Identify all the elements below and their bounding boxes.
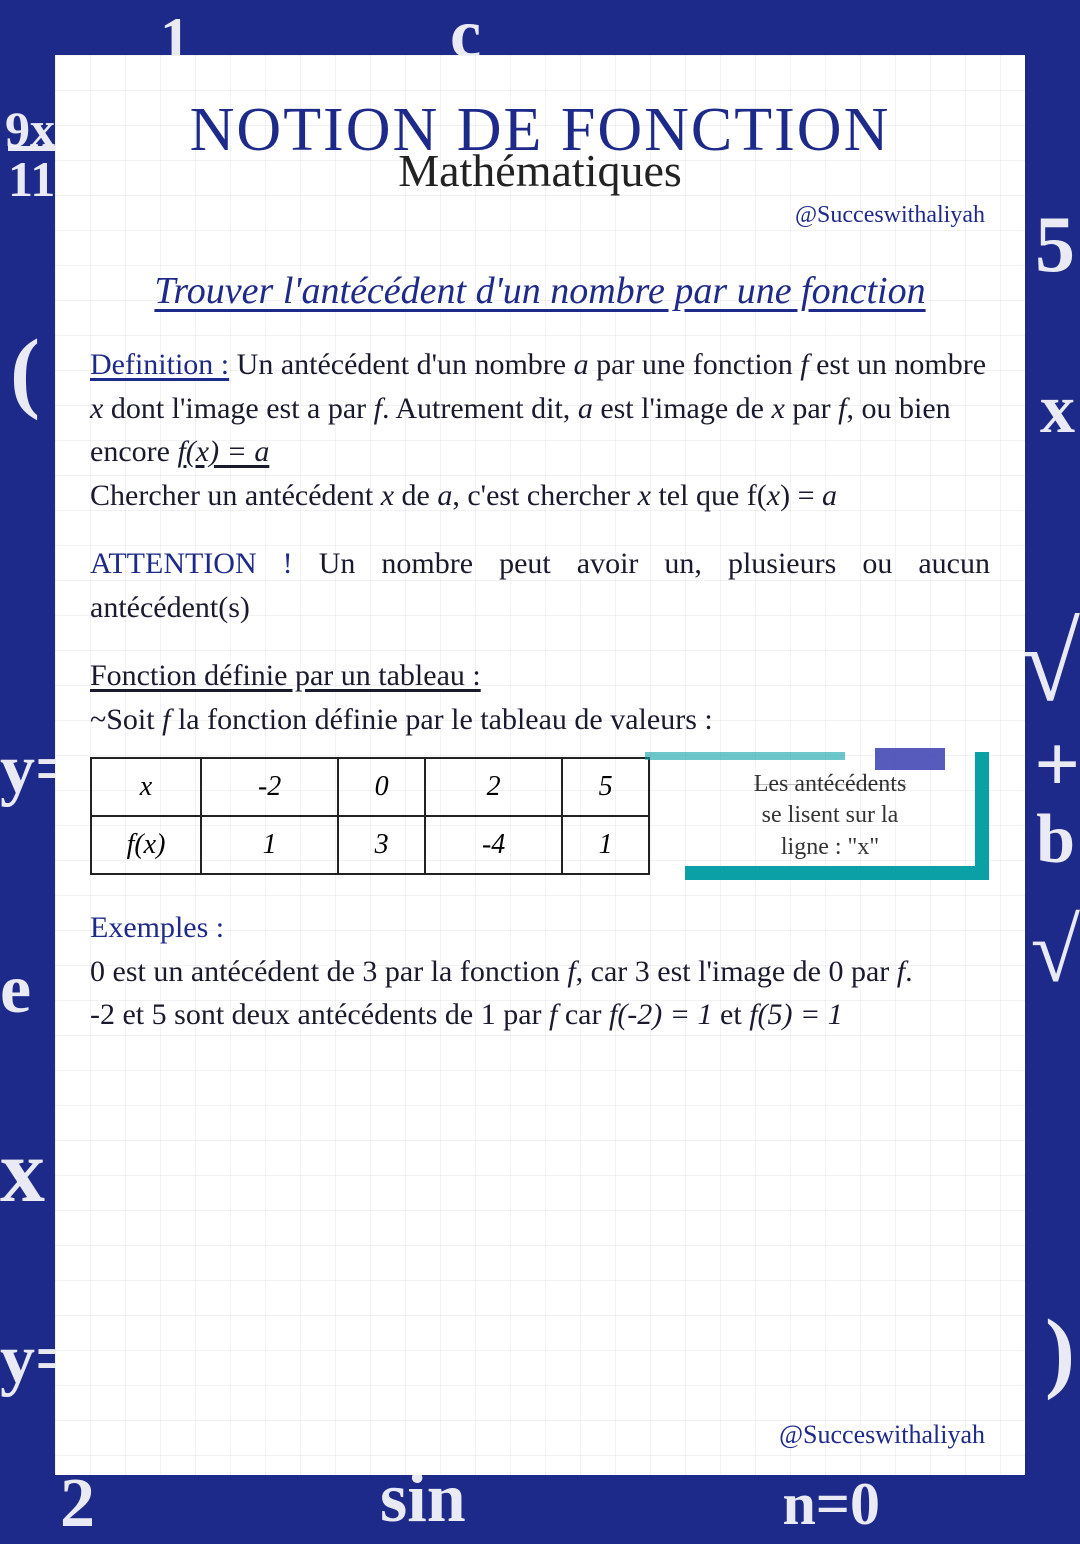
cell-fx: -4 — [425, 816, 562, 874]
bg-glyph: 11 — [8, 150, 55, 208]
table-row-wrap: x -2 0 2 5 f(x) 1 3 -4 1 Les antécédents… — [90, 756, 990, 876]
def-var-x: x — [638, 479, 651, 512]
row-label-x: x — [91, 758, 201, 816]
def-var-a: a — [574, 348, 589, 381]
note-frame — [645, 752, 845, 760]
def-var-a: a — [578, 392, 593, 425]
bg-glyph: √ — [1031, 900, 1080, 1003]
definition-label: Definition : — [90, 348, 229, 381]
def-var-a: a — [437, 479, 452, 512]
bg-glyph: + — [1034, 720, 1080, 811]
attention-label: ATTENTION ! — [90, 547, 293, 580]
note-line: se lisent sur la — [762, 800, 899, 831]
ex-text: et — [713, 998, 750, 1031]
row-label-fx: f(x) — [91, 816, 201, 874]
ex-text: -2 et 5 sont deux antécédents de 1 par — [90, 998, 549, 1031]
bg-glyph: 9x — [5, 100, 55, 158]
bg-glyph: √ — [1020, 600, 1080, 727]
def-text: dont l'image est a par — [103, 392, 373, 425]
title-block: NOTION DE FONCTION Mathématiques — [85, 95, 995, 197]
tape-icon — [875, 748, 945, 770]
attention-paragraph: ATTENTION ! Un nombre peut avoir un, plu… — [90, 542, 990, 629]
def-text: par — [785, 392, 838, 425]
bg-glyph: x — [1040, 370, 1075, 450]
bg-glyph: 2 — [60, 1464, 95, 1544]
bg-glyph: e — [0, 950, 31, 1030]
cell-fx: 3 — [338, 816, 425, 874]
ex-text: car — [557, 998, 609, 1031]
def-var-f: f — [374, 392, 382, 425]
examples-label: Exemples : — [90, 911, 224, 944]
def-text: par une fonction — [589, 348, 801, 381]
document-page: NOTION DE FONCTION Mathématiques @Succes… — [55, 55, 1025, 1475]
def-text: tel que f( — [651, 479, 767, 512]
def-var-x: x — [90, 392, 103, 425]
bg-glyph: b — [1036, 800, 1075, 880]
def-text: est l'image de — [593, 392, 772, 425]
ex-eq: f(5) = 1 — [749, 998, 843, 1031]
ex-var-f: f — [897, 955, 905, 988]
definition-paragraph: Definition : Un antécédent d'un nombre a… — [90, 343, 990, 517]
def-var-a: a — [822, 479, 837, 512]
table-row: x -2 0 2 5 — [91, 758, 649, 816]
table-intro: Fonction définie par un tableau : ~Soit … — [90, 654, 990, 741]
def-equation: f(x) = a — [177, 435, 269, 468]
ex-eq: f(-2) = 1 — [609, 998, 713, 1031]
author-handle-bottom: @Succeswithaliyah — [779, 1420, 985, 1450]
bg-glyph: ( — [10, 320, 40, 423]
def-text: Chercher un antécédent — [90, 479, 381, 512]
cell-x: 2 — [425, 758, 562, 816]
ex-text: 0 est un antécédent de 3 par la fonction — [90, 955, 567, 988]
ex-text: , car 3 est l'image de 0 par — [576, 955, 897, 988]
table-row: f(x) 1 3 -4 1 — [91, 816, 649, 874]
bg-glyph: ) — [1045, 1300, 1075, 1403]
def-var-x: x — [772, 392, 785, 425]
def-text: , c'est chercher — [452, 479, 637, 512]
author-handle-top: @Succeswithaliyah — [85, 202, 985, 229]
value-table: x -2 0 2 5 f(x) 1 3 -4 1 — [90, 757, 650, 875]
def-text: . Autrement dit, — [382, 392, 578, 425]
def-text: Un antécédent d'un nombre — [229, 348, 573, 381]
bg-glyph: 5 — [1035, 200, 1075, 291]
note-line: Les antécédents — [754, 769, 907, 800]
cell-fx: 1 — [562, 816, 649, 874]
cell-x: 5 — [562, 758, 649, 816]
table-intro-text: ~Soit — [90, 703, 162, 736]
def-var-x: x — [767, 479, 780, 512]
note-frame — [685, 866, 989, 880]
def-text: ) = — [780, 479, 822, 512]
cell-fx: 1 — [201, 816, 338, 874]
table-intro-text: la fonction définie par le tableau de va… — [170, 703, 712, 736]
sticky-note: Les antécédents se lisent sur la ligne :… — [675, 756, 985, 876]
note-line: ligne : "x" — [781, 832, 879, 863]
note-frame — [975, 752, 989, 880]
cell-x: -2 — [201, 758, 338, 816]
def-text: est un nombre — [809, 348, 986, 381]
table-heading: Fonction définie par un tableau : — [90, 659, 481, 692]
ex-text: . — [905, 955, 913, 988]
def-text: de — [394, 479, 437, 512]
examples-paragraph: Exemples : 0 est un antécédent de 3 par … — [90, 906, 990, 1037]
ex-var-f: f — [567, 955, 575, 988]
section-heading: Trouver l'antécédent d'un nombre par une… — [85, 269, 995, 313]
def-var-f: f — [800, 348, 808, 381]
cell-x: 0 — [338, 758, 425, 816]
def-var-x: x — [381, 479, 394, 512]
bg-glyph: x — [0, 1120, 45, 1223]
